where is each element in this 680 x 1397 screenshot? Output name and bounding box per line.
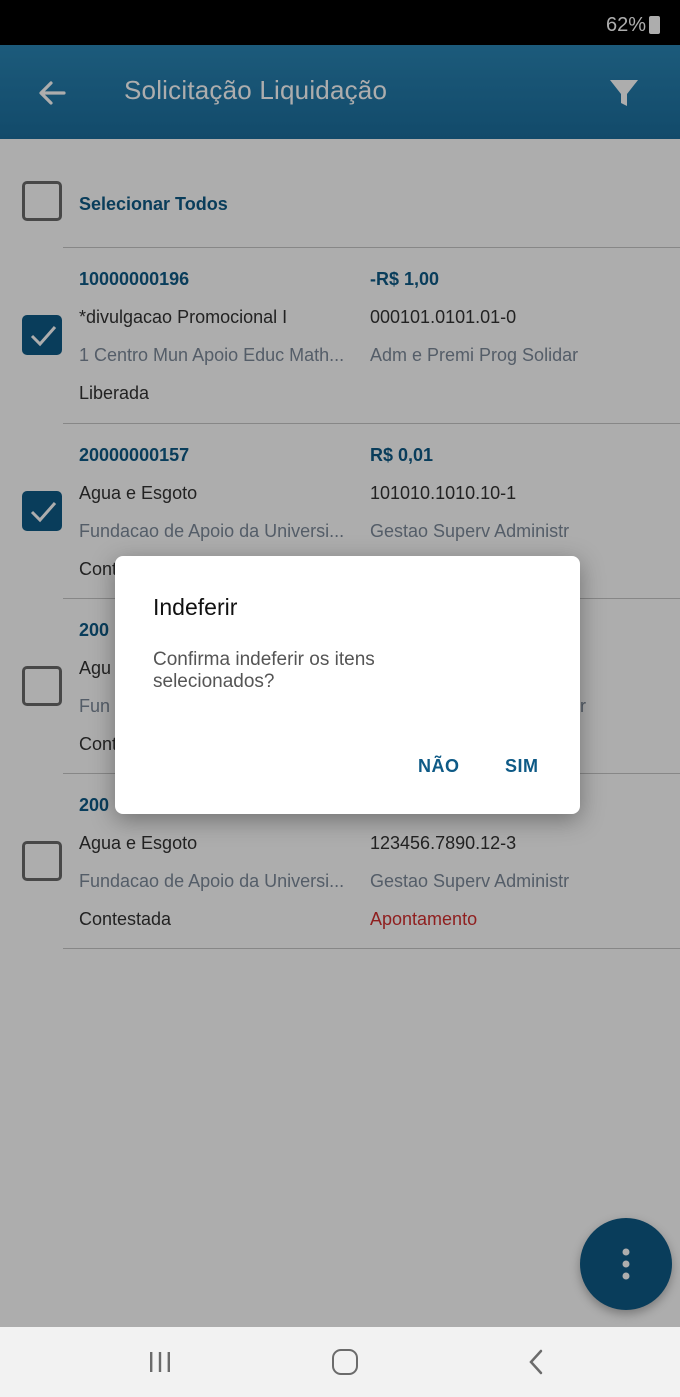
yes-button[interactable]: SIM: [505, 756, 539, 777]
confirm-dialog: Indeferir Confirma indeferir os itens se…: [115, 556, 580, 814]
home-icon[interactable]: [332, 1349, 358, 1375]
dialog-message: Confirma indeferir os itens selecionados…: [153, 649, 375, 692]
dialog-title: Indeferir: [153, 594, 238, 620]
back-icon[interactable]: [526, 1349, 546, 1375]
no-button[interactable]: NÃO: [418, 756, 460, 777]
system-nav-bar: [0, 1327, 680, 1397]
recent-apps-icon[interactable]: [148, 1351, 172, 1373]
